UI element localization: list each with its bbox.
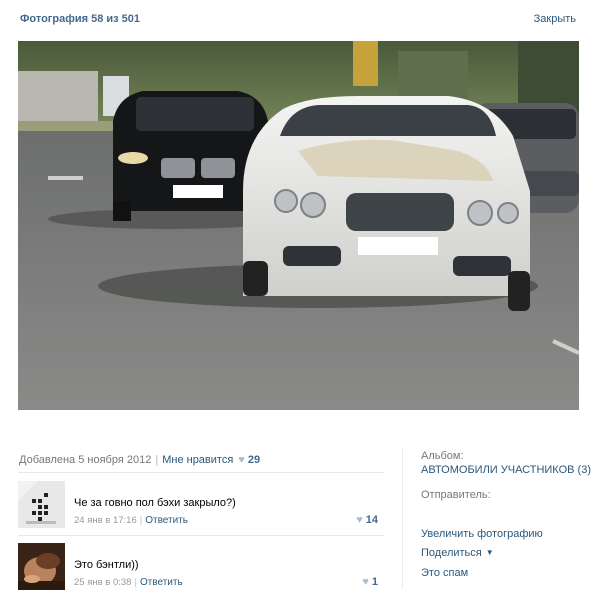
- comment-text: Это бэнтли)): [74, 559, 139, 571]
- like-button[interactable]: Мне нравится: [162, 454, 233, 466]
- separator: |: [155, 454, 159, 466]
- divider: [18, 472, 384, 473]
- separator: |: [134, 577, 137, 588]
- comment-like-count: 1: [371, 576, 378, 588]
- share-label: Поделиться: [421, 547, 482, 559]
- main-photo[interactable]: [18, 41, 579, 410]
- photo-meta: Добавлена 5 ноября 2012 | Мне нравится ♥ 29: [19, 454, 260, 466]
- avatar[interactable]: [18, 481, 65, 528]
- avatar[interactable]: [18, 543, 65, 590]
- avatar-image: [18, 481, 65, 528]
- heart-icon[interactable]: ♥: [238, 454, 245, 466]
- avatar-image: [18, 543, 65, 590]
- comment-date[interactable]: 24 янв в 17:16: [74, 515, 137, 526]
- report-spam-link[interactable]: Это спам: [421, 567, 468, 579]
- comment-meta: 24 янв в 17:16 | Ответить: [74, 515, 188, 526]
- reply-button[interactable]: Ответить: [140, 577, 183, 588]
- divider: [18, 535, 384, 536]
- sender-label: Отправитель:: [421, 489, 491, 501]
- added-date: Добавлена 5 ноября 2012: [19, 454, 152, 466]
- comment-item: Че за говно пол бэхи закрыло?) 24 янв в …: [18, 481, 384, 529]
- comment-date[interactable]: 25 янв в 0:38: [74, 577, 131, 588]
- heart-icon[interactable]: ♥: [356, 514, 363, 526]
- photo-image: [18, 41, 579, 410]
- chevron-down-icon: ▼: [485, 548, 494, 557]
- comment-text: Че за говно пол бэхи закрыло?): [74, 497, 236, 509]
- enlarge-photo-link[interactable]: Увеличить фотографию: [421, 528, 543, 540]
- share-button[interactable]: Поделиться ▼: [421, 547, 494, 559]
- separator: |: [139, 515, 143, 526]
- close-button[interactable]: Закрыть: [534, 13, 576, 25]
- reply-button[interactable]: Ответить: [145, 515, 188, 526]
- album-label: Альбом:: [421, 450, 464, 462]
- like-count: 29: [247, 454, 261, 466]
- heart-icon[interactable]: ♥: [362, 576, 369, 588]
- comment-like-count: 14: [365, 514, 378, 526]
- comment-item: Это бэнтли)) 25 янв в 0:38 | Ответить ♥ 1: [18, 543, 384, 591]
- comment-like[interactable]: ♥ 1: [362, 576, 378, 588]
- comment-meta: 25 янв в 0:38 | Ответить: [74, 577, 183, 588]
- sidebar-divider: [402, 447, 403, 589]
- comment-like[interactable]: ♥ 14: [356, 514, 378, 526]
- album-link[interactable]: АВТОМОБИЛИ УЧАСТНИКОВ (3): [421, 464, 591, 476]
- photo-counter-title: Фотография 58 из 501: [20, 13, 141, 25]
